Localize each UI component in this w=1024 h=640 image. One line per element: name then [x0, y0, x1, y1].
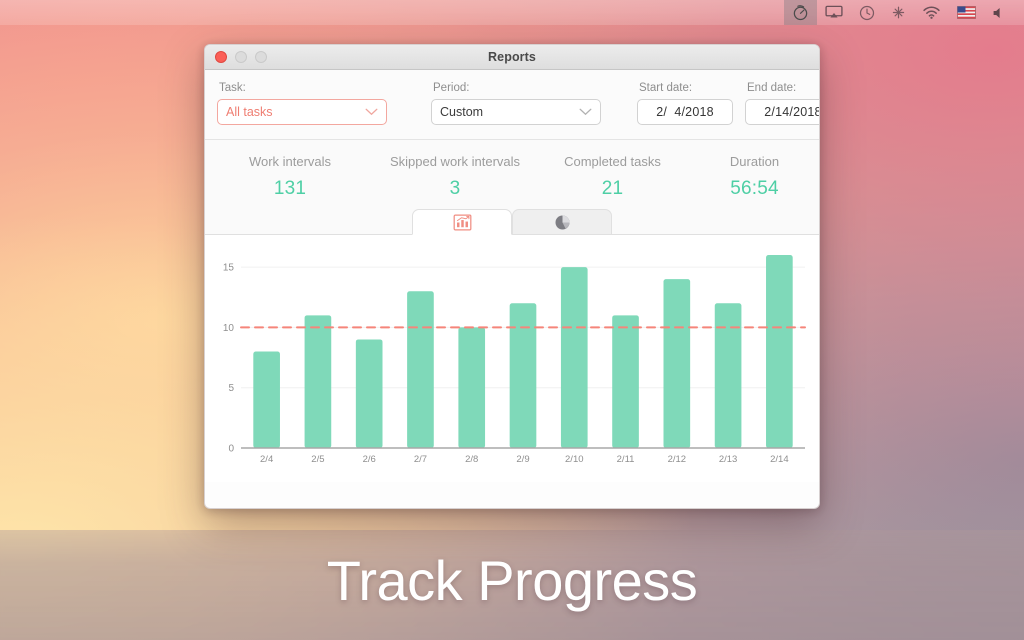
- bar-chart-icon: [453, 214, 471, 230]
- chart-tabs: [205, 208, 819, 235]
- start-date-label: Start date:: [639, 82, 693, 94]
- menubar-airplay-icon[interactable]: [817, 0, 851, 25]
- window-titlebar[interactable]: Reports: [205, 45, 819, 70]
- chart-bar: [304, 315, 332, 448]
- chart-bar: [560, 267, 588, 448]
- stat-value: 131: [273, 178, 307, 199]
- chevron-down-icon: [365, 108, 378, 116]
- x-tick-label: 2/6: [363, 454, 376, 465]
- end-date-label: End date:: [747, 82, 797, 94]
- stat-value: 56:54: [730, 178, 779, 199]
- desktop-wallpaper: Reports Task: All tasks Period: Custom S…: [0, 0, 1024, 640]
- menu-bar: [0, 0, 1024, 25]
- task-field-group: Task: All tasks: [217, 82, 387, 125]
- menubar-clock-icon[interactable]: [851, 0, 883, 25]
- chart-bars: [253, 255, 793, 448]
- y-tick-label: 0: [228, 444, 234, 455]
- y-tick-label: 10: [223, 323, 235, 334]
- x-tick-label: 2/7: [414, 454, 427, 465]
- chart-bar: [663, 279, 691, 448]
- chart-bar: [612, 315, 639, 448]
- stat-work-intervals: Work intervals 131: [205, 154, 375, 200]
- end-date-field-group: End date: 2/14/2018: [745, 82, 819, 125]
- task-select[interactable]: All tasks: [217, 99, 387, 125]
- x-tick-label: 2/13: [719, 454, 738, 465]
- tab-bar-chart[interactable]: [412, 209, 512, 235]
- menubar-timer-icon[interactable]: [784, 0, 817, 25]
- stat-duration: Duration 56:54: [690, 154, 819, 200]
- chart-bar: [458, 327, 486, 448]
- period-select[interactable]: Custom: [431, 99, 601, 125]
- x-tick-label: 2/11: [617, 454, 635, 465]
- end-date-input[interactable]: 2/14/2018: [745, 99, 819, 125]
- stat-skipped-work-intervals: Skipped work intervals 3: [375, 154, 535, 200]
- stat-completed-tasks: Completed tasks 21: [535, 154, 690, 200]
- x-tick-label: 2/5: [311, 454, 324, 465]
- chart-bar: [253, 351, 280, 448]
- bar-chart-panel: 0 5 10 15 2/4 2/5 2/6 2/7 2/8 2/9 2/10 2/11 2/12 2/1…: [205, 235, 819, 482]
- x-tick-label: 2/12: [668, 454, 687, 465]
- stat-label: Work intervals: [248, 154, 332, 169]
- chart-bar: [355, 339, 383, 448]
- period-field-group: Period: Custom: [431, 82, 601, 125]
- task-select-value: All tasks: [226, 105, 273, 119]
- y-tick-label: 5: [228, 383, 234, 394]
- window-title: Reports: [488, 50, 536, 64]
- stat-value: 3: [449, 178, 461, 199]
- start-date-field-group: Start date: 2/ 4/2018: [637, 82, 733, 125]
- stat-label: Skipped work intervals: [389, 154, 521, 169]
- x-tick-label: 2/10: [565, 454, 584, 465]
- promo-caption: Track Progress: [326, 549, 698, 612]
- chart-bar: [509, 303, 537, 448]
- stat-label: Completed tasks: [564, 154, 661, 169]
- x-tick-label: 2/14: [770, 454, 789, 465]
- bar-chart: 0 5 10 15 2/4 2/5 2/6 2/7 2/8 2/9 2/10 2/11 2/12 2/1…: [223, 255, 806, 465]
- chart-x-axis: 2/4 2/5 2/6 2/7 2/8 2/9 2/10 2/11 2/12 2/13 2/14: [260, 454, 789, 465]
- tab-pie-chart[interactable]: [512, 209, 612, 235]
- period-select-value: Custom: [440, 105, 484, 119]
- chart-bar: [714, 303, 742, 448]
- reports-window: Reports Task: All tasks Period: Custom S…: [204, 44, 820, 509]
- menubar-flag-icon[interactable]: [949, 0, 984, 25]
- chart-bar: [766, 255, 793, 448]
- menubar-wifi-icon[interactable]: [914, 0, 949, 25]
- stats-row: Work intervals 131 Skipped work interval…: [205, 140, 819, 208]
- chevron-down-icon: [579, 108, 592, 116]
- task-label: Task:: [219, 82, 246, 94]
- period-label: Period:: [433, 82, 470, 94]
- x-tick-label: 2/8: [465, 454, 478, 465]
- menubar-volume-icon[interactable]: [984, 0, 1014, 25]
- stat-value: 21: [601, 178, 624, 199]
- stat-label: Duration: [729, 154, 780, 169]
- pie-chart-icon: [555, 215, 569, 229]
- x-tick-label: 2/4: [260, 454, 273, 465]
- y-tick-label: 15: [223, 263, 235, 274]
- chart-bar: [407, 291, 434, 448]
- x-tick-label: 2/9: [516, 454, 529, 465]
- menubar-bluetooth-icon[interactable]: [883, 0, 914, 25]
- start-date-input[interactable]: 2/ 4/2018: [637, 99, 733, 125]
- filter-bar: Task: All tasks Period: Custom Start dat…: [205, 70, 819, 140]
